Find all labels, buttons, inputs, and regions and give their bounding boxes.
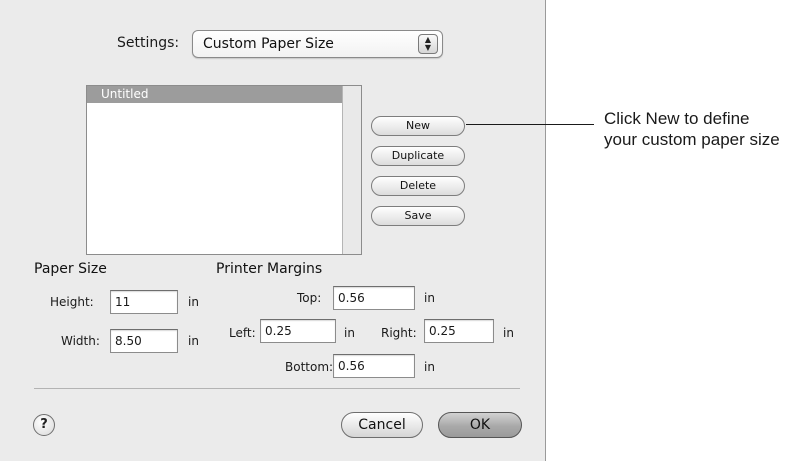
height-label: Height:	[50, 295, 94, 309]
bottom-margin-field[interactable]: 0.56	[333, 354, 415, 378]
right-margin-field[interactable]: 0.25	[424, 319, 494, 343]
duplicate-button[interactable]: Duplicate	[371, 146, 465, 166]
settings-popup[interactable]: Custom Paper Size ▲ ▼	[192, 30, 443, 58]
paper-size-heading: Paper Size	[34, 261, 107, 277]
callout-line	[466, 124, 594, 125]
right-margin-unit-label: in	[503, 326, 514, 340]
top-margin-field[interactable]: 0.56	[333, 286, 415, 310]
save-button[interactable]: Save	[371, 206, 465, 226]
list-scrollbar[interactable]	[342, 86, 361, 254]
bottom-margin-unit-label: in	[424, 360, 435, 374]
new-button[interactable]: New	[371, 116, 465, 136]
callout-text: Click New to define your custom paper si…	[604, 109, 780, 149]
width-unit-label: in	[188, 334, 199, 348]
left-margin-unit-label: in	[344, 326, 355, 340]
popup-arrows-icon: ▲ ▼	[418, 34, 438, 54]
help-button[interactable]: ?	[33, 414, 55, 436]
top-margin-label: Top:	[297, 291, 322, 305]
width-label: Width:	[61, 334, 100, 348]
separator	[34, 388, 520, 389]
width-field[interactable]: 8.50	[110, 329, 178, 353]
printer-margins-heading: Printer Margins	[216, 261, 323, 277]
top-margin-unit-label: in	[424, 291, 435, 305]
ok-button[interactable]: OK	[438, 412, 522, 438]
left-margin-label: Left:	[229, 326, 256, 340]
height-field[interactable]: 11	[110, 290, 178, 314]
cancel-button[interactable]: Cancel	[341, 412, 423, 438]
custom-paper-size-dialog: Settings: Custom Paper Size ▲ ▼ Untitled …	[0, 0, 546, 461]
settings-popup-value: Custom Paper Size	[203, 36, 334, 52]
bottom-margin-label: Bottom:	[285, 360, 334, 374]
height-unit-label: in	[188, 295, 199, 309]
left-margin-field[interactable]: 0.25	[260, 319, 336, 343]
list-item[interactable]: Untitled	[87, 86, 343, 103]
right-margin-label: Right:	[381, 326, 417, 340]
delete-button[interactable]: Delete	[371, 176, 465, 196]
settings-label: Settings:	[117, 35, 180, 51]
paper-size-list[interactable]: Untitled	[86, 85, 362, 255]
